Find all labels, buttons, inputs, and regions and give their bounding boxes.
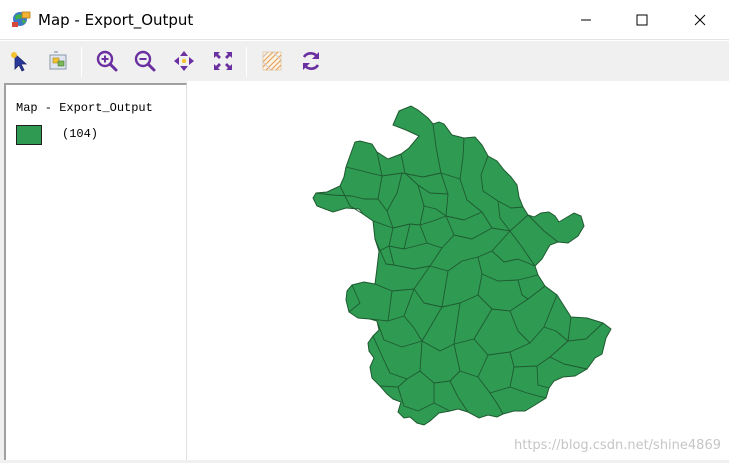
refresh-tool-button[interactable]	[297, 47, 325, 75]
minimize-icon	[581, 19, 591, 21]
layer-pattern-tool-button[interactable]	[258, 47, 286, 75]
map-toolbar	[0, 41, 729, 81]
toolbar-separator	[81, 47, 82, 77]
maximize-icon	[636, 14, 648, 26]
pan-tool-button[interactable]	[170, 47, 198, 75]
full-extent-tool-button[interactable]	[209, 47, 237, 75]
zoom-in-icon	[96, 50, 118, 72]
identify-tool-button[interactable]	[44, 47, 72, 75]
legend-symbol-swatch[interactable]	[16, 125, 42, 145]
map-canvas[interactable]: https://blog.csdn.net/shine4869	[192, 81, 729, 463]
zoom-out-icon	[134, 50, 156, 72]
identify-icon	[49, 51, 67, 70]
full-extent-icon	[214, 52, 232, 70]
close-icon	[694, 14, 706, 26]
layer-pattern-icon	[262, 51, 282, 71]
toolbar-separator	[246, 47, 247, 77]
province-map	[312, 105, 612, 426]
legend-list: Map - Export_Output (104)	[4, 83, 187, 461]
pointer-arrow-icon	[11, 52, 28, 72]
maximize-button[interactable]	[613, 0, 671, 40]
window-title: Map - Export_Output	[38, 11, 194, 29]
close-button[interactable]	[671, 0, 729, 40]
pan-arrows-icon	[174, 51, 194, 71]
minimize-button[interactable]	[557, 0, 615, 40]
zoom-in-tool-button[interactable]	[93, 47, 121, 75]
province-outline	[312, 105, 612, 426]
zoom-out-tool-button[interactable]	[131, 47, 159, 75]
legend-layer-title[interactable]: Map - Export_Output	[16, 101, 153, 115]
app-globe-icon	[10, 10, 32, 30]
select-tool-button[interactable]	[6, 47, 34, 75]
refresh-icon	[302, 52, 320, 70]
legend-item-label: (104)	[62, 127, 99, 141]
legend-panel: Map - Export_Output (104)	[0, 81, 187, 463]
watermark-text: https://blog.csdn.net/shine4869	[513, 438, 721, 453]
title-bar: Map - Export_Output	[0, 0, 729, 40]
